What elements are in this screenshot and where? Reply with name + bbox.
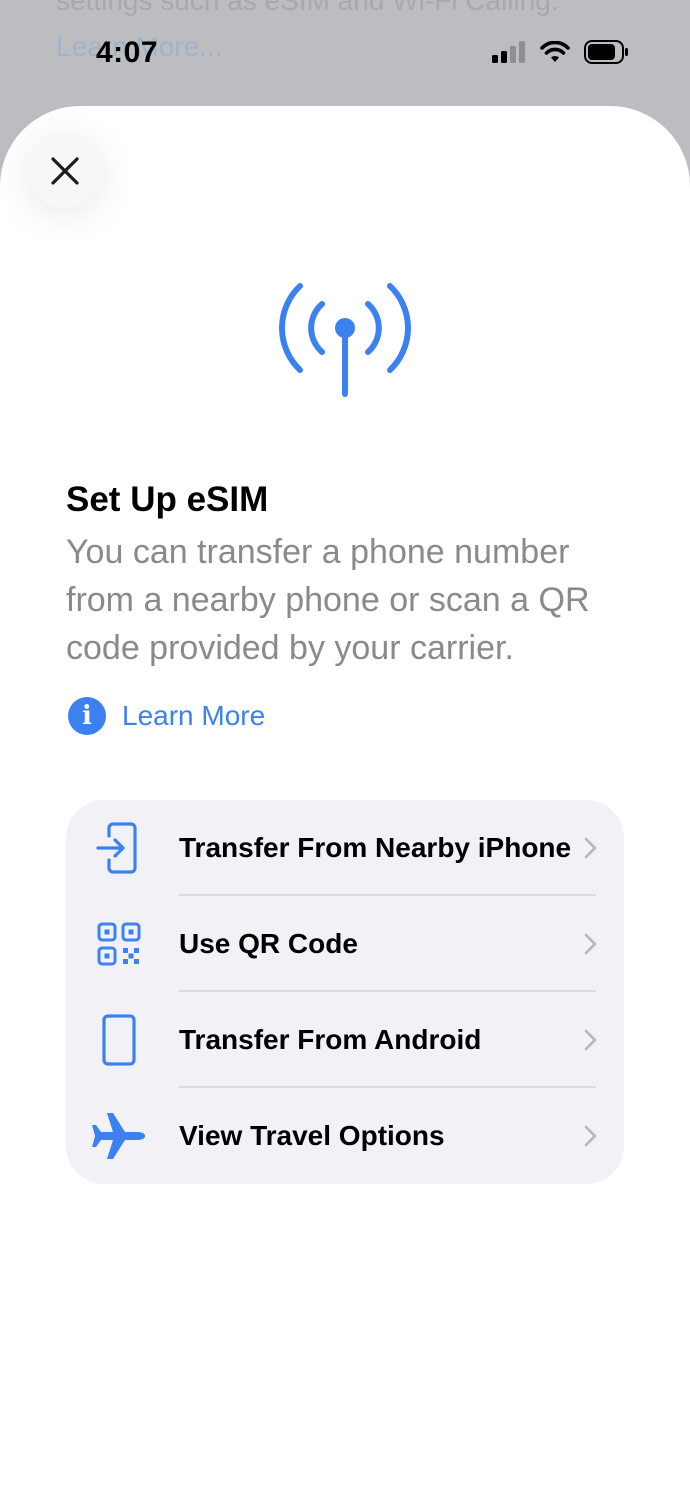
learn-more-label: Learn More xyxy=(122,700,266,731)
option-label: View Travel Options xyxy=(179,1120,445,1151)
learn-more-link[interactable]: i Learn More xyxy=(68,697,265,735)
info-icon: i xyxy=(68,697,106,735)
battery-icon xyxy=(584,40,628,64)
phone-icon xyxy=(88,1009,150,1071)
cellular-signal-icon xyxy=(492,41,525,63)
page-title: Set Up eSIM xyxy=(66,480,269,519)
chevron-right-icon xyxy=(584,933,597,955)
antenna-icon xyxy=(270,276,420,411)
page-subtitle: You can transfer a phone number from a n… xyxy=(66,533,590,667)
option-transfer-from-android[interactable]: Transfer From Android xyxy=(66,992,624,1088)
option-label: Transfer From Nearby iPhone xyxy=(179,832,572,863)
status-icons xyxy=(492,40,630,64)
chevron-right-icon xyxy=(584,1029,597,1051)
qr-code-icon xyxy=(88,913,150,975)
phone-transfer-icon xyxy=(88,817,150,879)
setup-options-list: Transfer From Nearby iPhone Use QR Code xyxy=(66,800,624,1184)
status-time: 4:07 xyxy=(96,36,159,69)
option-label: Transfer From Android xyxy=(179,1024,482,1055)
option-view-travel-options[interactable]: View Travel Options xyxy=(66,1088,624,1184)
close-icon xyxy=(51,157,79,185)
status-bar: 4:07 xyxy=(0,0,690,110)
chevron-right-icon xyxy=(584,837,597,859)
wifi-icon xyxy=(540,41,570,62)
option-label: Use QR Code xyxy=(179,928,358,959)
close-button[interactable] xyxy=(28,134,102,208)
airplane-icon xyxy=(88,1105,150,1167)
chevron-right-icon xyxy=(584,1125,597,1147)
option-transfer-from-nearby-iphone[interactable]: Transfer From Nearby iPhone xyxy=(66,800,624,896)
option-use-qr-code[interactable]: Use QR Code xyxy=(66,896,624,992)
